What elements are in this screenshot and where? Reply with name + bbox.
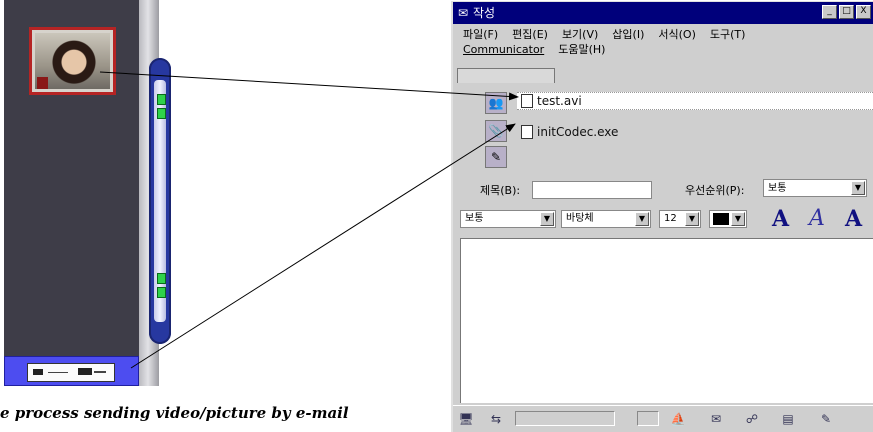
- slider-handle[interactable]: [157, 287, 166, 298]
- attachment-item[interactable]: test.avi: [517, 92, 873, 110]
- progress-field: [637, 411, 659, 426]
- address-card-icon[interactable]: 👥: [485, 92, 507, 114]
- mail-compose-window: ✉ 작성 _ □ X 파일(F) 편집(E) 보기(V) 삽입(I) 서식(O)…: [451, 1, 873, 432]
- status-text-field: [515, 411, 615, 426]
- color-swatch: [713, 213, 729, 225]
- menu-file[interactable]: 파일(F): [463, 27, 498, 42]
- address-tab-strip[interactable]: [457, 68, 555, 83]
- slider-led-icon: [157, 273, 166, 284]
- chevron-down-icon[interactable]: ▼: [851, 181, 865, 195]
- menu-edit[interactable]: 편집(E): [512, 27, 548, 42]
- file-icon: [521, 125, 533, 139]
- priority-select[interactable]: 보통 ▼: [763, 179, 867, 197]
- format-toolbar: 보통 ▼ 바탕체 ▼ 12 ▼ ▼ A A A: [460, 206, 873, 232]
- chevron-down-icon[interactable]: ▼: [685, 212, 699, 226]
- compose-options-icon[interactable]: ✎: [485, 146, 507, 168]
- italic-button[interactable]: A: [809, 206, 825, 231]
- font-select[interactable]: 바탕체 ▼: [561, 210, 651, 228]
- slider-led-icon: [157, 94, 166, 105]
- media-player-panel: [4, 0, 171, 386]
- attachment-panel: 👥 📎 ✎ test.avi initCodec.exe: [463, 84, 873, 172]
- volume-slider[interactable]: [149, 58, 171, 344]
- chevron-down-icon[interactable]: ▼: [731, 212, 745, 226]
- capture-button[interactable]: [4, 356, 139, 386]
- menu-bar: 파일(F) 편집(E) 보기(V) 삽입(I) 서식(O) 도구(T) Comm…: [463, 27, 867, 57]
- composer-icon[interactable]: ▤: [779, 412, 797, 426]
- security-icon[interactable]: 🖥: [457, 412, 475, 426]
- bold-button[interactable]: A: [772, 206, 789, 232]
- paragraph-style-select[interactable]: 보통 ▼: [460, 210, 556, 228]
- menu-view[interactable]: 보기(V): [562, 27, 598, 42]
- close-button[interactable]: X: [856, 5, 871, 19]
- capture-button-label: [27, 363, 115, 382]
- app-icon: ✉: [457, 6, 469, 20]
- discussion-icon[interactable]: ☍: [743, 412, 761, 426]
- maximize-button[interactable]: □: [839, 5, 854, 19]
- attachment-name: test.avi: [537, 94, 582, 108]
- message-body-editor[interactable]: [460, 238, 873, 403]
- slider-led-icon: [157, 108, 166, 119]
- priority-label: 우선순위(P):: [685, 184, 745, 197]
- attachment-item[interactable]: initCodec.exe: [517, 124, 873, 140]
- menu-insert[interactable]: 삽입(I): [612, 27, 644, 42]
- attachment-name: initCodec.exe: [537, 125, 619, 139]
- font-size-select[interactable]: 12 ▼: [659, 210, 701, 228]
- attachment-clip-icon[interactable]: 📎: [485, 120, 507, 142]
- navigator-icon[interactable]: ⛵: [669, 412, 687, 426]
- increase-font-button[interactable]: A: [845, 206, 862, 232]
- file-icon: [521, 94, 533, 108]
- paragraph-style-value: 보통: [465, 213, 484, 224]
- video-thumbnail[interactable]: [29, 27, 116, 95]
- menu-help[interactable]: 도움말(H): [558, 42, 605, 57]
- chevron-down-icon[interactable]: ▼: [635, 212, 649, 226]
- minimize-button[interactable]: _: [822, 5, 837, 19]
- edit-icon[interactable]: ✎: [817, 412, 835, 426]
- menu-communicator[interactable]: Communicator: [463, 42, 544, 57]
- connection-icon: ⇆: [490, 412, 502, 426]
- menu-tools[interactable]: 도구(T): [710, 27, 746, 42]
- status-bar: 🖥 ⇆ ⛵ ✉ ☍ ▤ ✎: [453, 405, 873, 432]
- chevron-down-icon[interactable]: ▼: [540, 212, 554, 226]
- record-indicator-icon: [37, 77, 48, 89]
- capture-glyph-icon: [33, 368, 106, 375]
- subject-input[interactable]: [532, 181, 652, 199]
- window-title: 작성: [473, 6, 496, 20]
- menu-format[interactable]: 서식(O): [658, 27, 695, 42]
- font-size-value: 12: [664, 213, 677, 224]
- text-color-button[interactable]: ▼: [709, 210, 747, 228]
- figure-caption: e process sending video/picture by e-mai…: [0, 404, 349, 422]
- font-value: 바탕체: [566, 213, 594, 224]
- title-bar[interactable]: ✉ 작성 _ □ X: [453, 2, 873, 24]
- subject-label: 제목(B):: [480, 184, 521, 197]
- mail-icon[interactable]: ✉: [707, 412, 725, 426]
- priority-value: 보통: [768, 183, 787, 194]
